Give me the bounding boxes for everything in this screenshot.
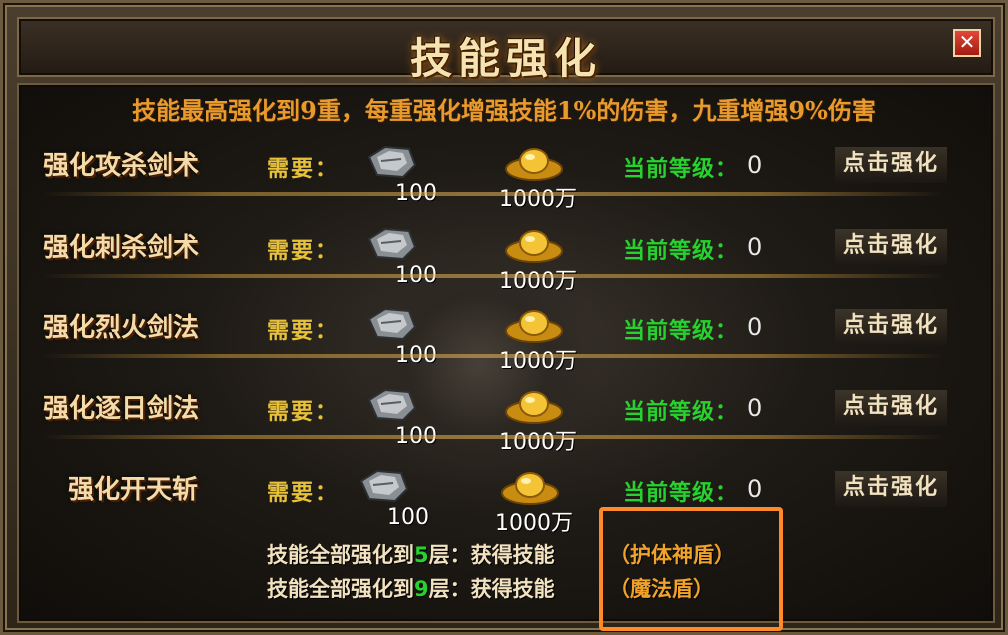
- row-divider: [43, 192, 943, 196]
- enhance-button[interactable]: 点击强化: [835, 471, 947, 507]
- row-divider: [43, 435, 943, 439]
- bonus-line-1: 技能全部强化到5层：获得技能: [267, 539, 555, 569]
- bonus-prefix: 技能全部强化到: [267, 577, 414, 601]
- level-label: 当前等级：: [623, 157, 739, 182]
- skill-name: 强化烈火剑法: [43, 313, 200, 343]
- bonus-suffix: 层：获得技能: [428, 543, 555, 567]
- skill-enhance-window: 技能强化 ✕ 技能最高强化到9重，每重强化增强技能1%的伤害，九重增强9%伤害 …: [0, 0, 1008, 635]
- need-label: 需要：: [267, 319, 340, 344]
- bonus-layer: 5: [414, 543, 429, 567]
- bonus-layer: 9: [414, 577, 429, 601]
- gold-ingot-icon: [505, 148, 563, 181]
- skill-name: 强化逐日剑法: [43, 394, 200, 424]
- enhance-button[interactable]: 点击强化: [835, 229, 947, 265]
- title-bar: 技能强化: [17, 17, 995, 83]
- gold-ingot-icon: [505, 230, 563, 263]
- gold-ingot-icon: [505, 391, 563, 424]
- need-label: 需要：: [267, 400, 340, 425]
- gold-amount: 1000万: [499, 430, 577, 455]
- ore-count: 100: [387, 505, 429, 530]
- gold-amount: 1000万: [499, 187, 577, 212]
- ore-icon: [367, 227, 417, 261]
- skill-row: 强化攻杀剑术 需要： 100 1000万 当前等级： 0 点击强化: [3, 139, 1008, 219]
- skill-row: 强化刺杀剑术 需要： 100 1000万 当前等级： 0 点击强化: [3, 221, 1008, 301]
- need-label: 需要：: [267, 157, 340, 182]
- ore-icon: [367, 388, 417, 422]
- ore-icon: [359, 469, 409, 503]
- skill-row: 强化逐日剑法 需要： 100 1000万 当前等级： 0 点击强化: [3, 382, 1008, 462]
- skill-name: 强化开天斩: [67, 475, 198, 505]
- level-value: 0: [747, 233, 763, 261]
- bonus-prefix: 技能全部强化到: [267, 543, 414, 567]
- window-title: 技能强化: [409, 34, 602, 83]
- level-value: 0: [747, 151, 763, 179]
- highlight-annotation: [599, 507, 783, 631]
- close-icon: ✕: [958, 30, 976, 54]
- enhance-button[interactable]: 点击强化: [835, 390, 947, 426]
- gold-amount: 1000万: [499, 269, 577, 294]
- skill-name: 强化刺杀剑术: [43, 233, 200, 263]
- level-label: 当前等级：: [623, 481, 739, 506]
- close-button[interactable]: ✕: [953, 29, 981, 57]
- intro-text: 技能最高强化到9重，每重强化增强技能1%的伤害，九重增强9%伤害: [132, 96, 876, 125]
- skill-name: 强化攻杀剑术: [43, 151, 200, 181]
- gold-amount: 1000万: [499, 349, 577, 374]
- row-divider: [43, 354, 943, 358]
- gold-ingot-icon: [505, 310, 563, 343]
- bonus-line-2: 技能全部强化到9层：获得技能: [267, 573, 555, 603]
- level-label: 当前等级：: [623, 239, 739, 264]
- level-label: 当前等级：: [623, 400, 739, 425]
- skill-row: 强化开天斩 需要： 100 1000万 当前等级： 0 点击强化: [3, 463, 1008, 543]
- level-label: 当前等级：: [623, 319, 739, 344]
- level-value: 0: [747, 475, 763, 503]
- level-value: 0: [747, 394, 763, 422]
- ore-icon: [367, 145, 417, 179]
- enhance-button[interactable]: 点击强化: [835, 309, 947, 345]
- enhance-button[interactable]: 点击强化: [835, 147, 947, 183]
- skill-row: 强化烈火剑法 需要： 100 1000万 当前等级： 0 点击强化: [3, 301, 1008, 381]
- ore-icon: [367, 307, 417, 341]
- need-label: 需要：: [267, 239, 340, 264]
- row-divider: [43, 274, 943, 278]
- level-value: 0: [747, 313, 763, 341]
- gold-amount: 1000万: [495, 511, 573, 536]
- gold-ingot-icon: [501, 472, 559, 505]
- bonus-suffix: 层：获得技能: [428, 577, 555, 601]
- need-label: 需要：: [267, 481, 340, 506]
